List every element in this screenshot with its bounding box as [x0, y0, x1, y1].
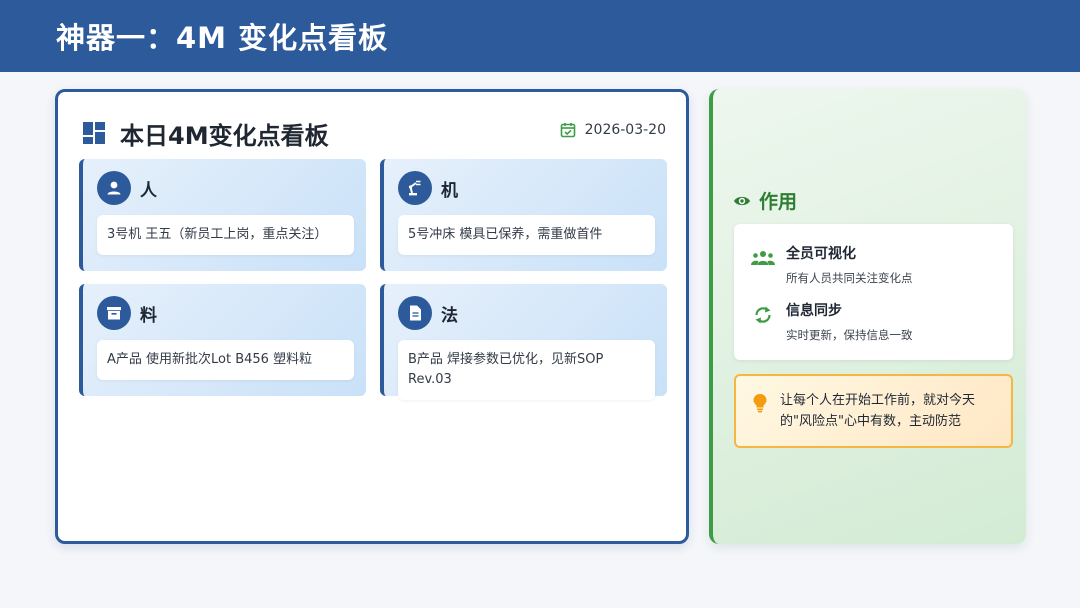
card-text: 3号机 王五（新员工上岗，重点关注）: [97, 215, 354, 255]
eye-icon: [734, 196, 750, 205]
sync-icon: [750, 304, 776, 326]
change-board-panel: 本日4M变化点看板 2026-03-20 人 3号机 王五（新员工上岗，重点关注…: [55, 89, 689, 544]
card-method: 法 B产品 焊接参数已优化，见新SOP Rev.03: [380, 284, 667, 400]
card-label: 人: [140, 180, 157, 201]
header-bar: 神器一：4M 变化点看板: [0, 0, 1080, 72]
person-icon: [97, 171, 131, 205]
card-label: 机: [441, 180, 458, 201]
card-text: A产品 使用新批次Lot B456 塑料粒: [97, 340, 354, 380]
card-material: 料 A产品 使用新批次Lot B456 塑料粒: [79, 284, 366, 396]
card-man: 人 3号机 王五（新员工上岗，重点关注）: [79, 159, 366, 271]
page-title: 神器一：4M 变化点看板: [56, 21, 389, 55]
effects-card: 全员可视化 所有人员共同关注变化点 信息同步 实时更新，保持信息一致: [734, 224, 1013, 360]
board-header: 本日4M变化点看板 2026-03-20: [82, 116, 666, 150]
board-title: 本日4M变化点看板: [120, 121, 329, 150]
document-icon: [398, 296, 432, 330]
lightbulb-icon: [753, 394, 767, 413]
purpose-header: 作用: [733, 187, 797, 214]
calendar-check-icon: [560, 123, 575, 138]
effect-title: 全员可视化: [786, 246, 856, 262]
effect-desc: 实时更新，保持信息一致: [786, 328, 913, 342]
card-machine: 机 5号冲床 模具已保养，需重做首件: [380, 159, 667, 271]
archive-box-icon: [97, 296, 131, 330]
card-label: 法: [441, 305, 458, 326]
tip-note: 让每个人在开始工作前，就对今天的"风险点"心中有数，主动防范: [734, 374, 1013, 448]
board-date: 2026-03-20: [560, 122, 666, 138]
tip-text: 让每个人在开始工作前，就对今天的"风险点"心中有数，主动防范: [780, 393, 976, 429]
effect-desc: 所有人员共同关注变化点: [786, 271, 913, 285]
card-label: 料: [140, 305, 157, 326]
date-text: 2026-03-20: [584, 122, 666, 138]
card-text: B产品 焊接参数已优化，见新SOP Rev.03: [398, 340, 655, 400]
purpose-panel: 作用 全员可视化 所有人员共同关注变化点 信息同步 实时更新，保持信息一致 让每…: [709, 89, 1026, 544]
group-icon: [750, 247, 776, 269]
robot-arm-icon: [398, 171, 432, 205]
effect-title: 信息同步: [786, 303, 842, 319]
dashboard-icon: [83, 122, 105, 144]
card-text: 5号冲床 模具已保养，需重做首件: [398, 215, 655, 255]
purpose-title: 作用: [759, 191, 798, 213]
